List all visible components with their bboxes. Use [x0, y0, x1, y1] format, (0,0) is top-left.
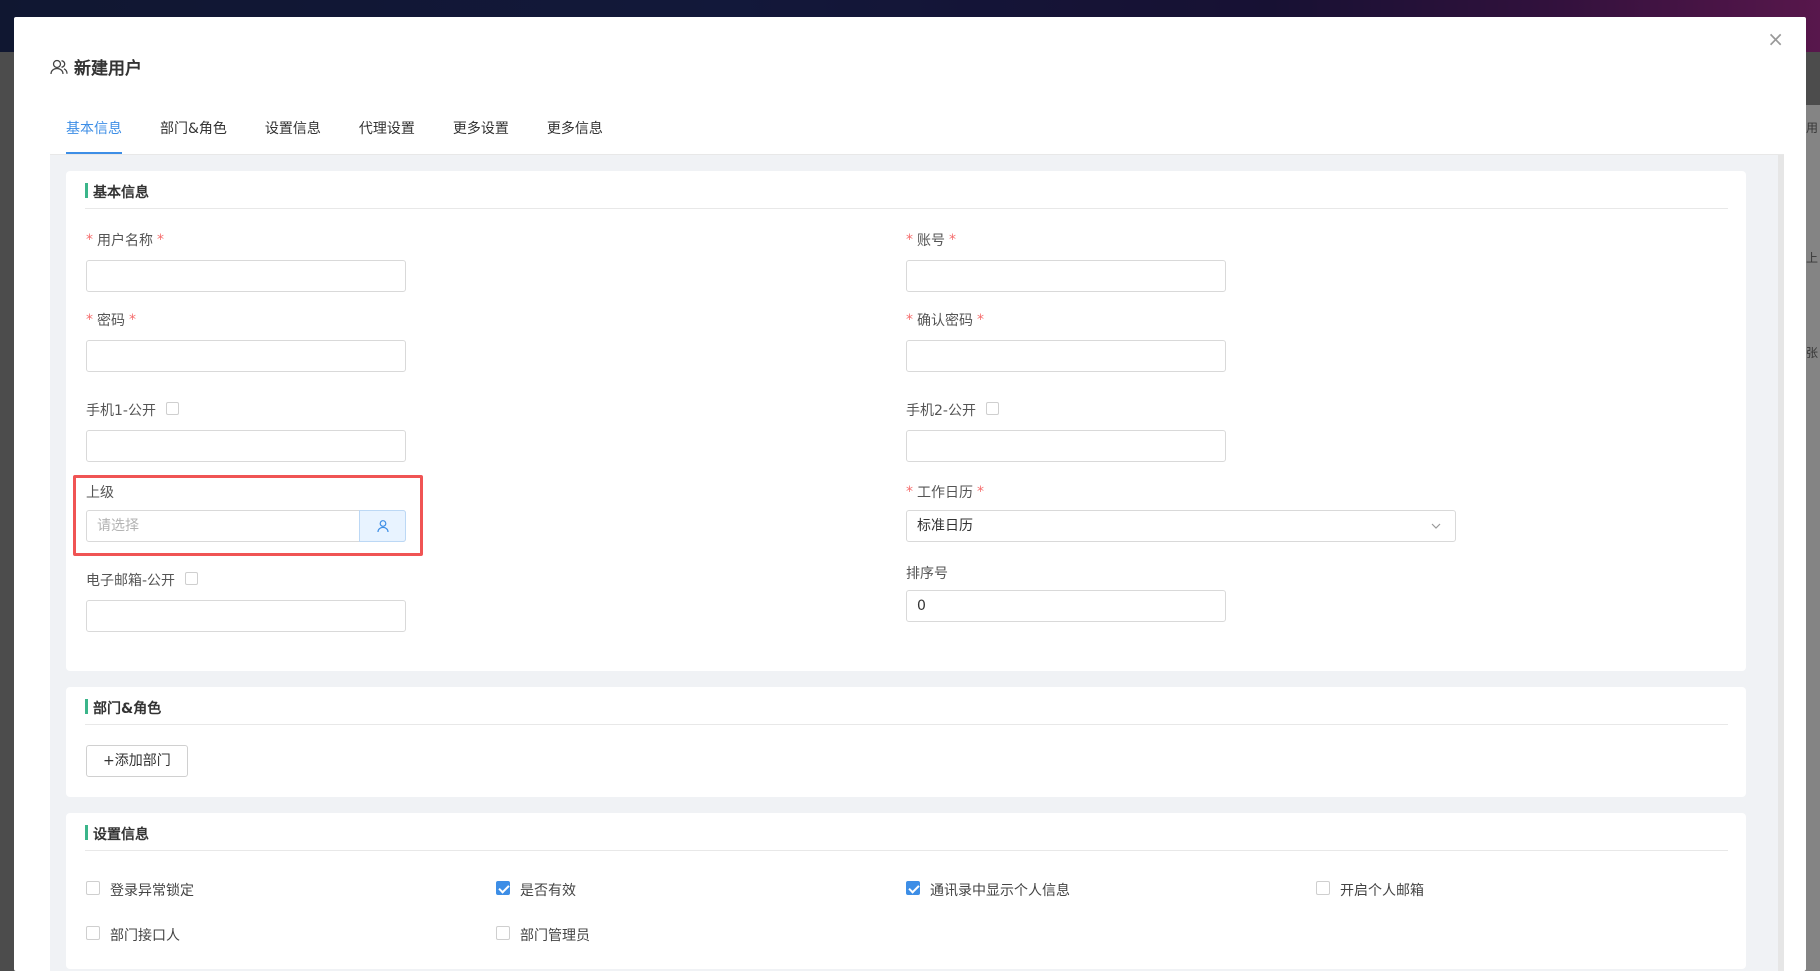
confirm-password-input[interactable]	[906, 340, 1226, 372]
dialog-title: 新建用户	[50, 54, 142, 79]
option-label: 是否有效	[520, 883, 576, 899]
work-calendar-select[interactable]: 标准日历	[906, 510, 1456, 542]
required-mark: *	[977, 312, 984, 328]
required-mark: *	[86, 312, 93, 328]
dept-admin-checkbox[interactable]	[496, 926, 510, 940]
select-user-button[interactable]	[359, 510, 406, 542]
personal-mailbox-option[interactable]: 开启个人邮箱	[1316, 880, 1424, 900]
confirm-password-label: * 确认密码 *	[906, 310, 988, 330]
account-label: * 账号 *	[906, 230, 960, 250]
required-mark: *	[906, 312, 913, 328]
section-bar	[85, 183, 88, 198]
sort-no-input[interactable]: 0	[906, 590, 1226, 622]
superior-picker[interactable]: 请选择	[86, 510, 406, 542]
tab-settings[interactable]: 设置信息	[246, 105, 340, 153]
settings-section: 设置信息 登录异常锁定 是否有效 通讯录中显示个人信息 开启个人邮箱 部门接口人…	[66, 813, 1746, 969]
username-label-text: 用户名称	[97, 233, 153, 249]
phone1-label-text: 手机1-公开	[86, 403, 156, 419]
work-calendar-label: * 工作日历 *	[906, 482, 988, 502]
show-in-contacts-checkbox[interactable]	[906, 881, 920, 895]
work-calendar-value: 标准日历	[917, 518, 973, 534]
option-label: 开启个人邮箱	[1340, 883, 1424, 899]
option-label: 通讯录中显示个人信息	[930, 883, 1070, 899]
show-in-contacts-option[interactable]: 通讯录中显示个人信息	[906, 880, 1070, 900]
option-label: 登录异常锁定	[110, 883, 194, 899]
required-mark: *	[129, 312, 136, 328]
required-mark: *	[977, 484, 984, 500]
user-icon	[376, 520, 389, 533]
phone1-public-checkbox[interactable]	[165, 401, 179, 415]
email-label: 电子邮箱-公开	[86, 570, 199, 590]
basic-info-section: 基本信息 * 用户名称 * * 账号 * * 密码 * * 确认密码 * 手机1-公开	[66, 171, 1746, 671]
dept-role-section: 部门&角色 +添加部门	[66, 687, 1746, 797]
email-public-checkbox[interactable]	[185, 571, 199, 585]
required-mark: *	[906, 232, 913, 248]
required-mark: *	[906, 484, 913, 500]
add-department-button[interactable]: +添加部门	[86, 745, 188, 777]
required-mark: *	[949, 232, 956, 248]
dialog-title-text: 新建用户	[74, 59, 142, 79]
tab-more-info[interactable]: 更多信息	[528, 105, 622, 153]
phone1-label: 手机1-公开	[86, 400, 179, 420]
account-label-text: 账号	[917, 233, 945, 249]
section-title: 基本信息	[93, 185, 149, 201]
dept-admin-option[interactable]: 部门管理员	[496, 925, 590, 945]
section-header: 部门&角色	[85, 699, 1728, 725]
phone2-label: 手机2-公开	[906, 400, 999, 420]
dept-contact-option[interactable]: 部门接口人	[86, 925, 180, 945]
tab-bar: 基本信息 部门&角色 设置信息 代理设置 更多设置 更多信息	[50, 105, 1784, 155]
email-input[interactable]	[86, 600, 406, 632]
sort-no-label-text: 排序号	[906, 566, 948, 582]
required-mark: *	[157, 232, 164, 248]
superior-label-text: 上级	[86, 485, 114, 501]
dept-contact-checkbox[interactable]	[86, 926, 100, 940]
confirm-password-label-text: 确认密码	[917, 313, 973, 329]
superior-label: 上级	[86, 482, 114, 502]
username-label: * 用户名称 *	[86, 230, 168, 250]
login-lock-option[interactable]: 登录异常锁定	[86, 880, 194, 900]
phone2-input[interactable]	[906, 430, 1226, 462]
option-label: 部门管理员	[520, 928, 590, 944]
password-label: * 密码 *	[86, 310, 140, 330]
superior-placeholder: 请选择	[97, 518, 139, 534]
password-input[interactable]	[86, 340, 406, 372]
scrollbar[interactable]	[1778, 155, 1784, 971]
section-header: 基本信息	[85, 183, 1728, 209]
tab-basic-info[interactable]: 基本信息	[50, 105, 141, 154]
username-input[interactable]	[86, 260, 406, 292]
section-header: 设置信息	[85, 825, 1728, 851]
user-icon	[50, 59, 68, 74]
section-title: 部门&角色	[93, 701, 162, 717]
tab-dept-role[interactable]: 部门&角色	[141, 105, 246, 153]
personal-mailbox-checkbox[interactable]	[1316, 881, 1330, 895]
email-label-text: 电子邮箱-公开	[86, 573, 176, 589]
login-lock-checkbox[interactable]	[86, 881, 100, 895]
account-input[interactable]	[906, 260, 1226, 292]
required-mark: *	[86, 232, 93, 248]
new-user-dialog: × 新建用户 基本信息 部门&角色 设置信息 代理设置 更多设置 更多信息 基本…	[14, 17, 1806, 971]
work-calendar-label-text: 工作日历	[917, 485, 973, 501]
chevron-down-icon	[1431, 523, 1441, 529]
tab-proxy-settings[interactable]: 代理设置	[340, 105, 434, 153]
is-valid-checkbox[interactable]	[496, 881, 510, 895]
phone2-label-text: 手机2-公开	[906, 403, 976, 419]
password-label-text: 密码	[97, 313, 125, 329]
option-label: 部门接口人	[110, 928, 180, 944]
sort-no-label: 排序号	[906, 563, 948, 583]
section-bar	[85, 825, 88, 840]
section-bar	[85, 699, 88, 714]
close-icon[interactable]: ×	[1767, 29, 1784, 49]
phone1-input[interactable]	[86, 430, 406, 462]
section-title: 设置信息	[93, 827, 149, 843]
phone2-public-checkbox[interactable]	[985, 401, 999, 415]
tab-more-settings[interactable]: 更多设置	[434, 105, 528, 153]
is-valid-option[interactable]: 是否有效	[496, 880, 576, 900]
form-content: 基本信息 * 用户名称 * * 账号 * * 密码 * * 确认密码 * 手机1-公开	[50, 155, 1784, 971]
